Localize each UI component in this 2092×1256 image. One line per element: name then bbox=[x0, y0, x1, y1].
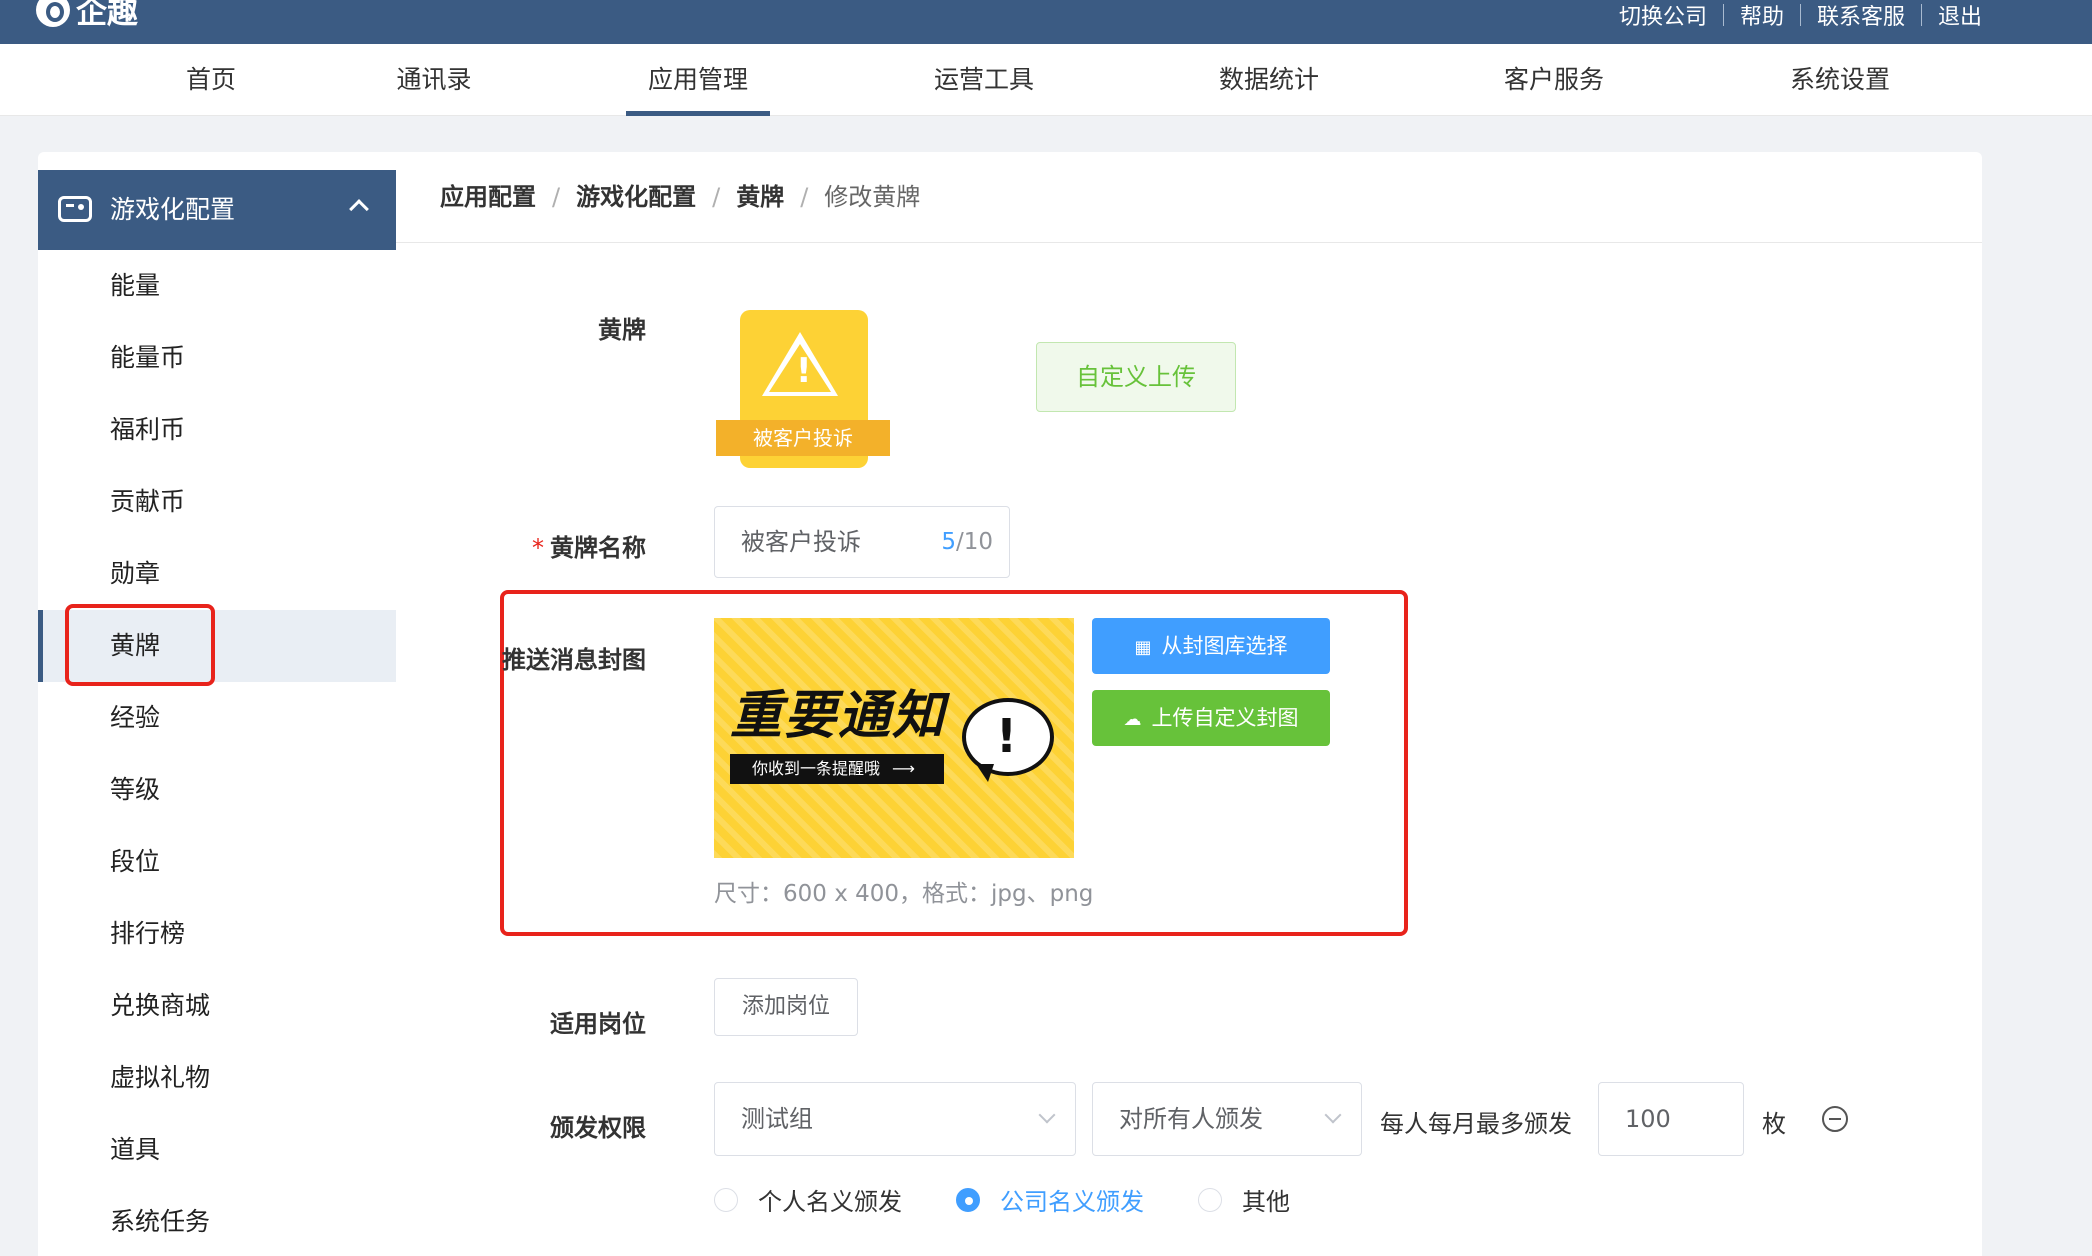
cover-size-hint: 尺寸：600 x 400，格式：jpg、png bbox=[714, 881, 1094, 907]
divider bbox=[1799, 4, 1801, 26]
permission-label: 颁发权限 bbox=[550, 1114, 646, 1142]
cover-image: 重要通知 你收到一条提醒哦 ⟶ ! bbox=[714, 618, 1074, 858]
nav-customer-service[interactable]: 客户服务 bbox=[1484, 44, 1624, 116]
logo[interactable]: 企趣 bbox=[36, 0, 138, 31]
scope-select-value: 对所有人颁发 bbox=[1119, 1105, 1263, 1133]
breadcrumb-current: 修改黄牌 bbox=[824, 183, 921, 211]
cloud-upload-icon: ☁ bbox=[1123, 709, 1142, 730]
minus-circle-icon[interactable] bbox=[1822, 1106, 1848, 1132]
sidebar-item-contribution-coin[interactable]: 贡献币 bbox=[38, 466, 396, 538]
breadcrumb-yellow-card[interactable]: 黄牌 bbox=[736, 183, 784, 211]
sidebar: 游戏化配置 能量 能量币 福利币 贡献币 勋章 黄牌 经验 等级 段位 排行榜 … bbox=[38, 170, 396, 1256]
divider bbox=[1722, 4, 1724, 26]
chevron-down-icon bbox=[1038, 1106, 1056, 1124]
main-card: 游戏化配置 能量 能量币 福利币 贡献币 勋章 黄牌 经验 等级 段位 排行榜 … bbox=[38, 152, 1982, 1256]
name-label: * 黄牌名称 bbox=[532, 534, 646, 562]
logo-icon bbox=[36, 0, 70, 27]
sidebar-item-leaderboard[interactable]: 排行榜 bbox=[38, 898, 396, 970]
upload-custom-cover-button[interactable]: ☁ 上传自定义封图 bbox=[1092, 690, 1330, 746]
sidebar-group-gamification[interactable]: 游戏化配置 bbox=[38, 170, 396, 250]
main-nav: 首页 通讯录 应用管理 运营工具 数据统计 客户服务 系统设置 bbox=[0, 44, 2092, 116]
radio-personal[interactable]: 个人名义颁发 bbox=[714, 1182, 902, 1217]
name-input-value: 被客户投诉 bbox=[741, 528, 861, 556]
cover-title: 重要通知 bbox=[730, 686, 947, 746]
nav-data-statistics[interactable]: 数据统计 bbox=[1200, 44, 1338, 116]
grid-icon: ▦ bbox=[1134, 637, 1152, 658]
help-link[interactable]: 帮助 bbox=[1740, 0, 1784, 31]
monthly-limit-input[interactable]: 100 bbox=[1598, 1082, 1744, 1156]
logout-link[interactable]: 退出 bbox=[1938, 0, 1982, 31]
add-position-button[interactable]: 添加岗位 bbox=[714, 978, 858, 1036]
sidebar-item-rank[interactable]: 段位 bbox=[38, 826, 396, 898]
radio-other[interactable]: 其他 bbox=[1198, 1182, 1290, 1217]
cover-label: 推送消息封图 bbox=[502, 646, 646, 674]
choose-from-library-button[interactable]: ▦ 从封图库选择 bbox=[1092, 618, 1330, 674]
sidebar-item-experience[interactable]: 经验 bbox=[38, 682, 396, 754]
cover-subtitle: 你收到一条提醒哦 ⟶ bbox=[730, 754, 944, 784]
monthly-limit-label: 每人每月最多颁发 bbox=[1380, 1110, 1572, 1138]
warning-exclaim: ! bbox=[796, 351, 812, 391]
sidebar-item-level[interactable]: 等级 bbox=[38, 754, 396, 826]
radio-dot bbox=[956, 1187, 980, 1212]
breadcrumb-app-config[interactable]: 应用配置 bbox=[440, 183, 536, 211]
sidebar-item-energy-coin[interactable]: 能量币 bbox=[38, 322, 396, 394]
sidebar-item-exchange-mall[interactable]: 兑换商城 bbox=[38, 970, 396, 1042]
logo-text: 企趣 bbox=[76, 0, 138, 31]
sidebar-item-props[interactable]: 道具 bbox=[38, 1114, 396, 1186]
top-bar: 企趣 切换公司 帮助 联系客服 退出 bbox=[0, 0, 2092, 44]
monthly-limit-value: 100 bbox=[1625, 1105, 1671, 1133]
highlight-box bbox=[65, 604, 215, 686]
divider bbox=[396, 242, 1982, 243]
custom-upload-button[interactable]: 自定义上传 bbox=[1036, 342, 1236, 412]
group-select[interactable]: 测试组 bbox=[714, 1082, 1076, 1156]
switch-company-link[interactable]: 切换公司 bbox=[1619, 0, 1707, 31]
gamepad-icon bbox=[58, 196, 92, 222]
breadcrumb: 应用配置 / 游戏化配置 / 黄牌 / 修改黄牌 bbox=[440, 183, 921, 211]
scope-select[interactable]: 对所有人颁发 bbox=[1092, 1082, 1362, 1156]
divider bbox=[1920, 4, 1922, 26]
nav-app-management[interactable]: 应用管理 bbox=[626, 44, 770, 116]
contact-support-link[interactable]: 联系客服 bbox=[1817, 0, 1905, 31]
radio-company[interactable]: 公司名义颁发 bbox=[956, 1182, 1144, 1217]
sidebar-item-system-tasks[interactable]: 系统任务 bbox=[38, 1186, 396, 1256]
position-label: 适用岗位 bbox=[550, 1010, 646, 1038]
exclaim-mark: ! bbox=[996, 709, 1017, 763]
chevron-up-icon[interactable] bbox=[349, 199, 369, 219]
radio-dot bbox=[714, 1187, 738, 1212]
nav-home[interactable]: 首页 bbox=[170, 44, 252, 116]
sidebar-item-welfare-coin[interactable]: 福利币 bbox=[38, 394, 396, 466]
breadcrumb-gamification[interactable]: 游戏化配置 bbox=[576, 183, 696, 211]
sidebar-item-virtual-gift[interactable]: 虚拟礼物 bbox=[38, 1042, 396, 1114]
chevron-down-icon bbox=[1324, 1106, 1342, 1124]
sidebar-item-energy[interactable]: 能量 bbox=[38, 250, 396, 322]
nav-system-settings[interactable]: 系统设置 bbox=[1770, 44, 1910, 116]
yellow-card-badge: ! 被客户投诉 bbox=[716, 310, 890, 470]
content-area: 应用配置 / 游戏化配置 / 黄牌 / 修改黄牌 黄牌 ! 被客户投诉 自定义上传 * 黄牌名… bbox=[396, 152, 1982, 1256]
group-select-value: 测试组 bbox=[741, 1105, 813, 1133]
sidebar-group-title: 游戏化配置 bbox=[110, 195, 236, 224]
badge-label: 黄牌 bbox=[598, 316, 646, 344]
badge-caption: 被客户投诉 bbox=[716, 420, 890, 456]
name-char-counter: 5/10 bbox=[941, 529, 993, 555]
top-links: 切换公司 帮助 联系客服 退出 bbox=[1619, 0, 1982, 30]
speech-bubble-tail bbox=[976, 764, 994, 782]
nav-operation-tools[interactable]: 运营工具 bbox=[914, 44, 1054, 116]
unit-label: 枚 bbox=[1762, 1110, 1786, 1138]
name-input[interactable]: 被客户投诉 5/10 bbox=[714, 506, 1010, 578]
nav-contacts[interactable]: 通讯录 bbox=[388, 44, 480, 116]
sidebar-item-medal[interactable]: 勋章 bbox=[38, 538, 396, 610]
radio-dot bbox=[1198, 1187, 1222, 1212]
